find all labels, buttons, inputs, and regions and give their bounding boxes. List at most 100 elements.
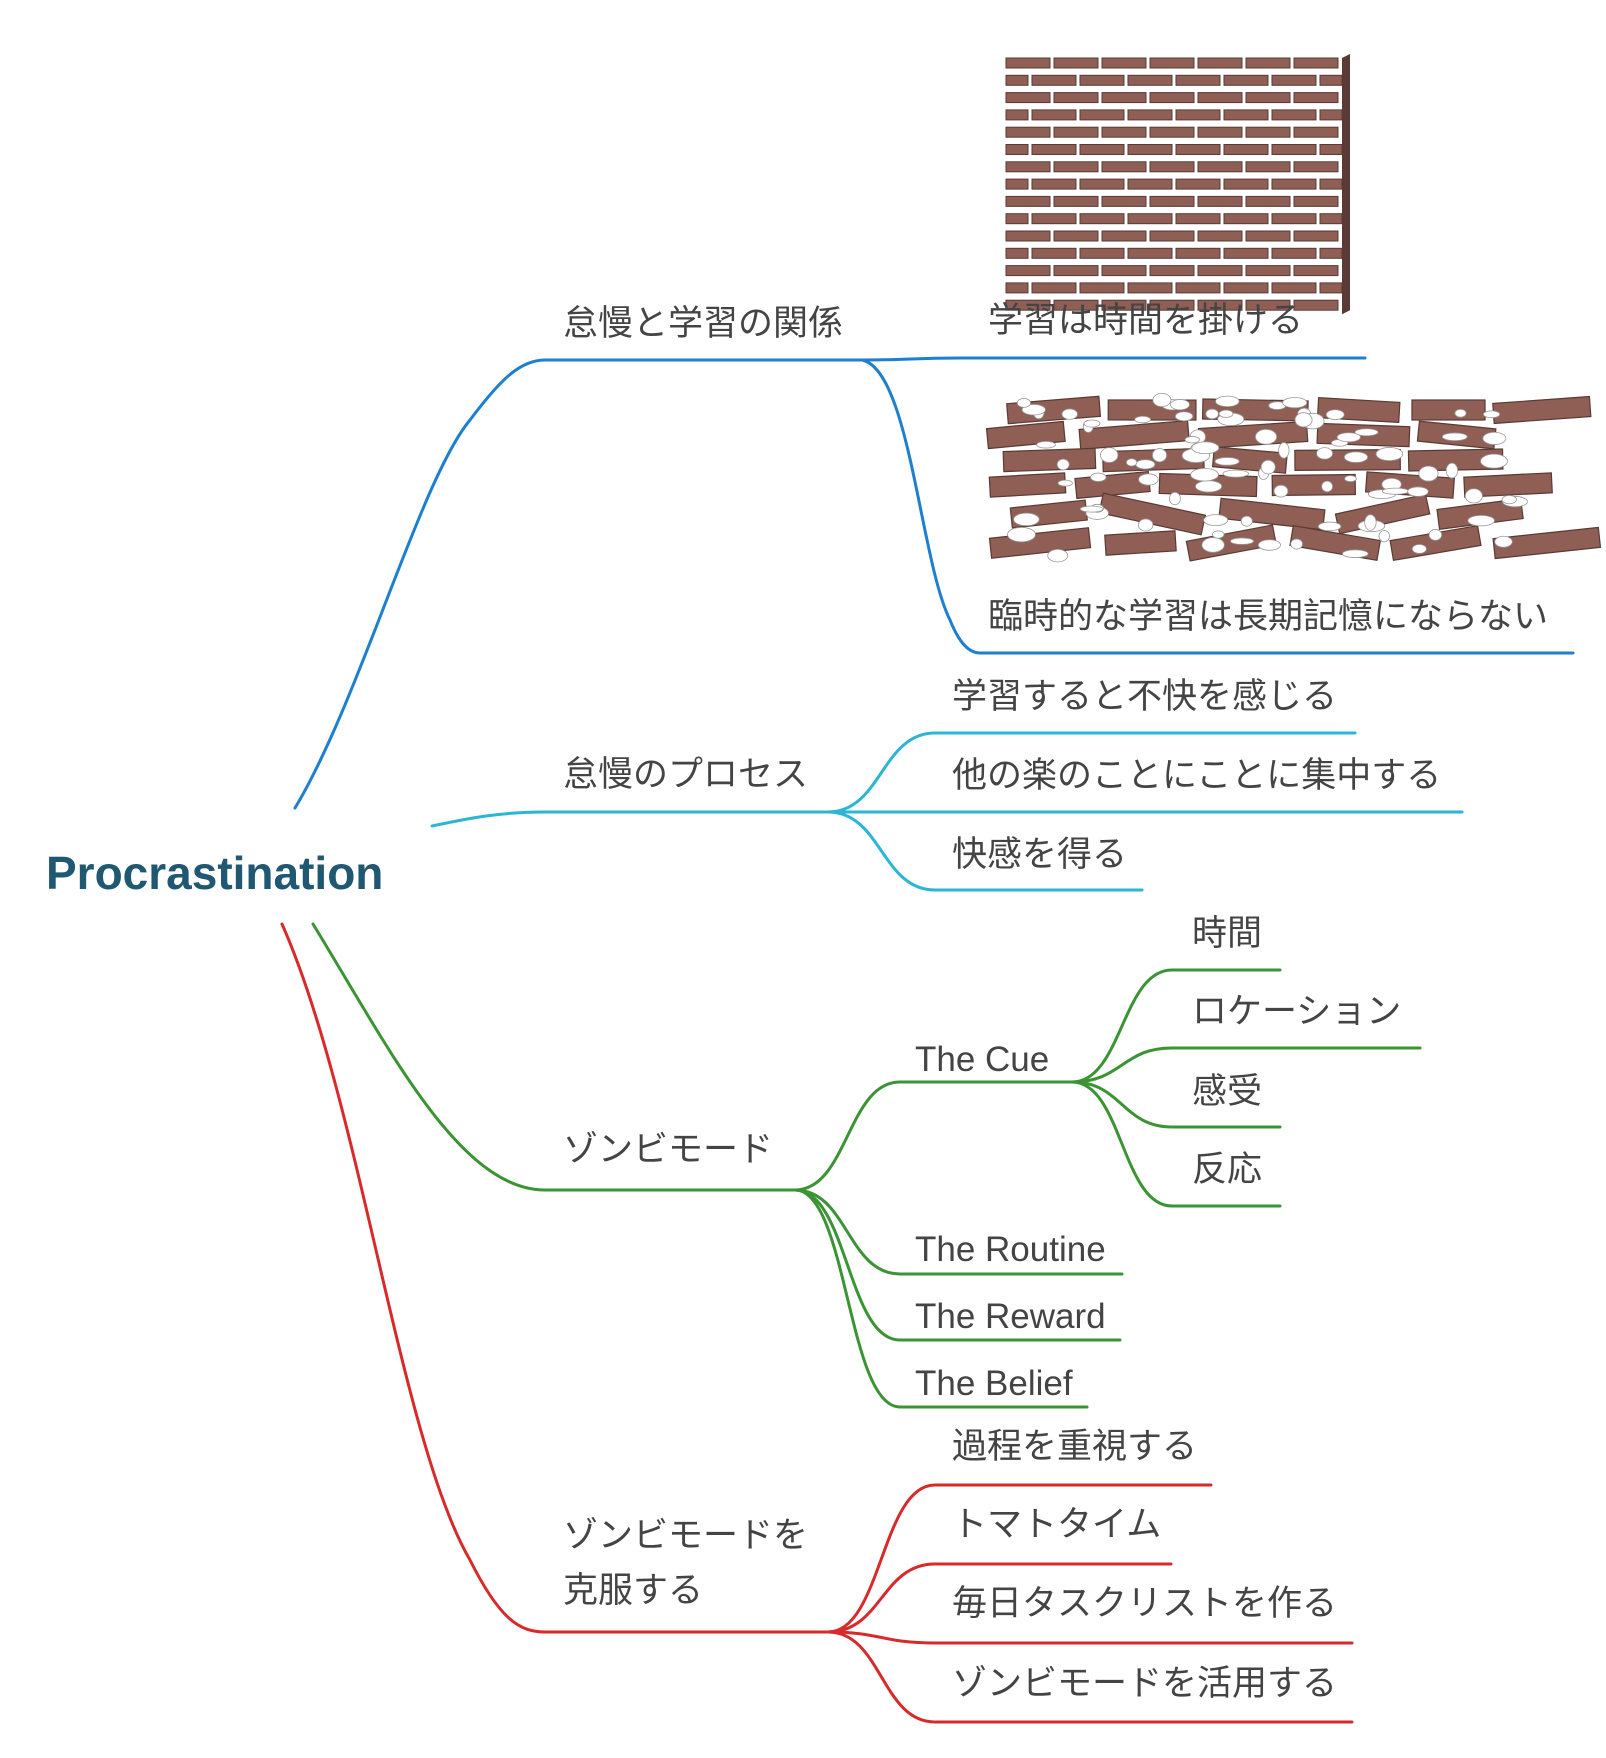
mortar-blob: [1016, 398, 1031, 408]
leaf-time[interactable]: 時間: [1192, 917, 1262, 952]
mortar-blob: [1321, 480, 1334, 493]
brick: [1101, 265, 1147, 277]
mortar-blob: [1482, 410, 1501, 419]
brick: [1197, 126, 1243, 138]
subtopic-daily-task-list[interactable]: 毎日タスクリストを作る: [952, 1587, 1337, 1622]
branch-topic-laziness-process[interactable]: 怠慢のプロセス: [563, 758, 808, 793]
neat-brick-wall-image: [1005, 54, 1350, 315]
brick: [1271, 282, 1317, 294]
brick: [1101, 195, 1147, 207]
brick: [1271, 74, 1317, 86]
subtopic-learning-takes-time[interactable]: 学習は時間を掛ける: [988, 304, 1303, 339]
edge-b2c0: [793, 1080, 1074, 1192]
mortar-blob: [1290, 538, 1304, 550]
leaf-reaction[interactable]: 反応: [1192, 1153, 1262, 1188]
brick: [1031, 282, 1077, 294]
mortar-blob: [1100, 447, 1119, 463]
mortar-blob: [1445, 462, 1459, 479]
brick: [1031, 213, 1077, 225]
brick: [1293, 92, 1339, 104]
branch-topic-laziness-learning[interactable]: 怠慢と学習の関係: [563, 307, 843, 342]
subtopic-discomfort[interactable]: 学習すると不快を感じる: [952, 680, 1337, 715]
mortar-blob: [1240, 515, 1253, 527]
brick: [1319, 213, 1343, 225]
subtopic-use-zombie-mode[interactable]: ゾンビモードを活用する: [952, 1667, 1337, 1702]
brick: [1175, 74, 1221, 86]
brick: [1079, 213, 1125, 225]
mortar-blob: [1211, 530, 1225, 539]
branch-topic-overcome-line2[interactable]: 克服する: [563, 1574, 703, 1609]
brick: [1245, 265, 1291, 277]
mortar-blob: [1057, 479, 1073, 487]
brick: [1101, 126, 1147, 138]
brick: [1245, 126, 1291, 138]
brick: [1223, 282, 1269, 294]
brick: [1271, 178, 1317, 190]
leaf-location[interactable]: ロケーション: [1192, 995, 1401, 1030]
brick: [1319, 282, 1343, 294]
subtopic-the-cue[interactable]: The Cue: [915, 1042, 1049, 1077]
brick: [1079, 74, 1125, 86]
branch-topic-zombie-mode[interactable]: ゾンビモード: [563, 1133, 773, 1168]
mortar-blob: [1354, 428, 1379, 437]
brick: [1271, 144, 1317, 155]
mortar-blob: [1203, 514, 1229, 527]
brick: [1319, 247, 1343, 259]
subtopic-focus-other[interactable]: 他の楽のことにことに集中する: [952, 759, 1441, 794]
brick: [1149, 230, 1195, 242]
brick: [1053, 126, 1099, 138]
subtopic-pomodoro[interactable]: トマトタイム: [952, 1508, 1161, 1543]
brick: [1101, 161, 1147, 173]
mortar-blob: [1480, 453, 1508, 469]
brick: [1223, 178, 1269, 190]
brick: [1005, 178, 1029, 190]
mortar-blob: [1317, 521, 1342, 532]
brick: [1175, 282, 1221, 294]
subtopic-pleasure[interactable]: 快感を得る: [952, 838, 1127, 873]
mortar-blob: [1428, 529, 1443, 541]
mortar-blob: [1294, 412, 1313, 428]
brick: [1005, 195, 1051, 207]
brick: [1005, 144, 1029, 155]
mortar-blob: [1047, 548, 1069, 563]
brick: [1127, 74, 1173, 86]
mortar-blob: [1190, 468, 1219, 482]
brick: [1053, 195, 1099, 207]
mortar-blob: [1375, 447, 1404, 462]
branch-topic-overcome-line1[interactable]: ゾンビモードを: [563, 1519, 808, 1554]
brick: [1005, 213, 1029, 225]
leaf-sensation[interactable]: 感受: [1192, 1075, 1262, 1110]
mortar-blob: [1056, 458, 1070, 471]
brick: [1005, 230, 1051, 242]
brick: [1197, 57, 1243, 69]
brick: [1245, 230, 1291, 242]
subtopic-the-belief[interactable]: The Belief: [915, 1366, 1073, 1401]
mortar-blob: [1411, 543, 1427, 554]
subtopic-cramming-not-longterm[interactable]: 臨時的な学習は長期記憶にならない: [988, 600, 1548, 635]
mortar-blob: [1007, 527, 1036, 543]
brick: [1319, 74, 1343, 86]
brick: [1492, 395, 1592, 425]
wall-side-face: [1342, 54, 1350, 315]
brick: [1031, 74, 1077, 86]
brick: [1149, 92, 1195, 104]
brick: [1002, 447, 1097, 473]
mortar-blob: [1273, 484, 1289, 498]
mortar-blob: [1061, 408, 1078, 420]
root-to-branch-blue: [293, 358, 864, 810]
mortar-blob: [1168, 491, 1181, 506]
brick: [1223, 109, 1269, 121]
subtopic-the-routine[interactable]: The Routine: [915, 1232, 1106, 1267]
brick: [1319, 144, 1343, 155]
subtopic-the-reward[interactable]: The Reward: [915, 1299, 1106, 1334]
brick: [1053, 230, 1099, 242]
mortar-blob: [1135, 459, 1156, 470]
root-topic[interactable]: Procrastination: [46, 846, 383, 900]
mortar-blob: [1191, 441, 1220, 455]
brick: [1127, 178, 1173, 190]
brick: [1127, 213, 1173, 225]
mortar-blob: [1278, 442, 1290, 459]
mortar-blob: [1494, 535, 1513, 548]
mortar-blob: [1214, 457, 1240, 466]
subtopic-focus-process[interactable]: 過程を重視する: [952, 1430, 1197, 1465]
